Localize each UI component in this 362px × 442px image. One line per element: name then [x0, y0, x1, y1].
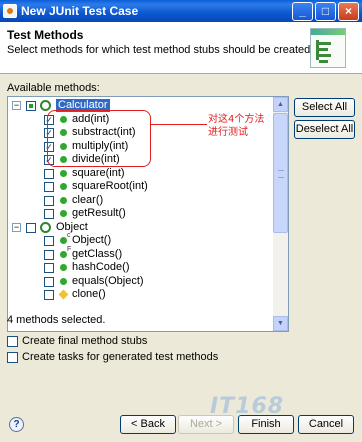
icon-modifier-badge: F: [67, 245, 72, 253]
public-method-icon: [60, 264, 67, 271]
tree-row-label: hashCode(): [72, 261, 130, 273]
tree-row[interactable]: getResult(): [8, 207, 274, 220]
tree-row-label: squareRoot(int): [72, 180, 148, 192]
tree-row-checkbox[interactable]: [44, 290, 54, 300]
tree-collapse-toggle[interactable]: −: [12, 101, 21, 110]
public-method-icon: [60, 277, 67, 285]
page-title: Test Methods: [7, 28, 84, 42]
scroll-down-button[interactable]: ▼: [273, 316, 288, 331]
class-icon: [40, 221, 51, 233]
tree-row-checkbox[interactable]: [26, 222, 36, 233]
annotation-note: 对这4个方法 进行测试: [208, 113, 278, 139]
icon-modifier-badge: c: [67, 232, 71, 239]
tree-row-checkbox[interactable]: [44, 168, 54, 179]
finish-button[interactable]: Finish: [238, 415, 294, 434]
deselect-all-button[interactable]: Deselect All: [294, 120, 355, 139]
protected-method-icon: [58, 289, 69, 300]
tree-row[interactable]: squareRoot(int): [8, 180, 274, 193]
public-method-icon: [60, 210, 67, 217]
tree-row[interactable]: − Object: [8, 221, 274, 234]
tree-row-label: getClass(): [72, 247, 123, 260]
scroll-up-button[interactable]: ▲: [273, 97, 288, 112]
tree-row[interactable]: equals(Object): [8, 275, 274, 288]
maximize-button[interactable]: □: [315, 1, 336, 21]
junit-wizard-banner-icon: [310, 28, 346, 68]
annotation-line-2: 进行测试: [208, 127, 248, 138]
available-methods-label: Available methods:: [7, 82, 100, 94]
close-button[interactable]: ×: [338, 1, 359, 21]
wizard-header: Test Methods Select methods for which te…: [0, 22, 362, 74]
public-method-icon: [60, 183, 67, 190]
minimize-button[interactable]: _: [292, 1, 313, 21]
public-method-icon: [60, 196, 67, 204]
tree-row[interactable]: square(int): [8, 167, 274, 180]
eclipse-app-icon: [3, 4, 17, 18]
help-icon[interactable]: ?: [9, 417, 24, 432]
tree-row[interactable]: clone(): [8, 288, 274, 301]
create-tasks-checkbox[interactable]: [7, 352, 18, 363]
final-method-icon: F: [60, 246, 71, 258]
tree-row-label: getResult(): [72, 207, 126, 219]
tree-row[interactable]: FgetClass(): [8, 246, 274, 261]
constructor-icon: c: [60, 232, 71, 244]
window-title: New JUnit Test Case: [21, 4, 139, 18]
tree-row-checkbox[interactable]: [44, 209, 54, 219]
tree-row-checkbox[interactable]: [44, 236, 54, 246]
cancel-button[interactable]: Cancel: [298, 415, 354, 434]
tree-row-label: Object(): [72, 234, 112, 246]
tree-row-checkbox[interactable]: [44, 276, 54, 287]
selection-status: 4 methods selected.: [7, 314, 106, 326]
annotation-connector-line: [151, 124, 207, 125]
tree-row[interactable]: hashCode(): [8, 261, 274, 274]
tree-row-label: equals(Object): [72, 274, 144, 287]
page-description: Select methods for which test method stu…: [7, 44, 314, 56]
create-final-stubs-checkbox[interactable]: [7, 336, 18, 347]
window-titlebar: New JUnit Test Case _ □ ×: [0, 0, 362, 22]
tree-row[interactable]: c Object(): [8, 232, 274, 247]
annotation-line-1: 对这4个方法: [208, 114, 265, 125]
tree-row-checkbox[interactable]: [26, 101, 36, 111]
tree-collapse-toggle[interactable]: −: [12, 222, 21, 232]
tree-row-label: Object: [56, 220, 88, 233]
tree-row-label: clone(): [72, 288, 106, 300]
back-button[interactable]: < Back: [120, 415, 176, 434]
select-all-button[interactable]: Select All: [294, 98, 355, 117]
class-icon: [40, 100, 51, 111]
tree-row-label: clear(): [72, 193, 104, 206]
annotation-highlight-box: [47, 110, 151, 167]
tree-row-label: square(int): [72, 166, 125, 179]
tree-row-checkbox[interactable]: [44, 195, 54, 206]
create-tasks-label: Create tasks for generated test methods: [22, 351, 219, 363]
tree-row-checkbox[interactable]: [44, 263, 54, 273]
create-final-stubs-label: Create final method stubs: [22, 335, 148, 347]
public-method-icon: [60, 169, 67, 177]
tree-row[interactable]: clear(): [8, 194, 274, 207]
next-button[interactable]: Next >: [178, 415, 234, 434]
tree-row-checkbox[interactable]: [44, 249, 54, 260]
tree-row-checkbox[interactable]: [44, 182, 54, 192]
